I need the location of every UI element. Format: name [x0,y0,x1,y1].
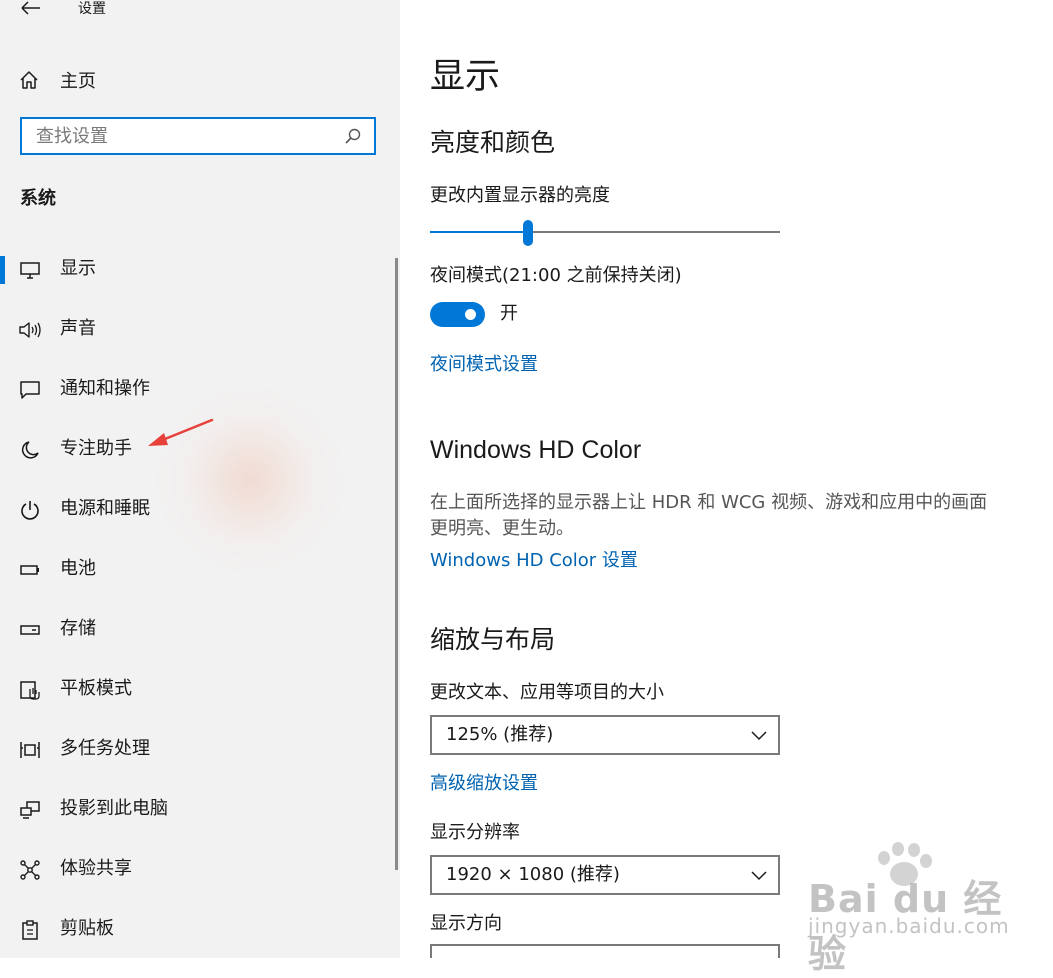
sidebar-item-label: 平板模式 [60,678,132,699]
home-icon [20,71,38,89]
window-title: 设置 [78,1,106,17]
sidebar-item-label: 存储 [60,618,96,639]
battery-icon [18,559,42,581]
sidebar-item-shared-experiences[interactable]: 体验共享 [0,840,392,900]
sidebar-item-label: 电池 [60,558,96,579]
sidebar-item-display[interactable]: 显示 [0,240,392,300]
sidebar-item-label: 声音 [60,318,96,339]
multitasking-icon [18,739,42,761]
search-icon[interactable] [342,125,364,147]
sidebar-nav: 显示 声音 通知和操作 专注助手 电源和睡眠 电池 存储 平板模式 多任务处理 … [0,240,392,958]
moon-icon [18,439,42,461]
hd-color-settings-link[interactable]: Windows HD Color 设置 [430,548,638,574]
sidebar-item-label: 体验共享 [60,858,132,879]
back-arrow-icon [21,1,40,15]
search-input[interactable] [22,119,342,153]
main-content: 显示 亮度和颜色 更改内置显示器的亮度 夜间模式(21:00 之前保持关闭) 开… [430,0,1030,958]
scale-dropdown[interactable]: 125% (推荐) [430,715,780,755]
scale-layout-heading: 缩放与布局 [430,625,556,654]
orientation-dropdown[interactable] [430,944,780,958]
project-icon [18,799,42,821]
storage-icon [18,619,42,641]
sidebar-item-label: 投影到此电脑 [60,798,168,819]
hd-color-heading: Windows HD Color [430,436,642,464]
clipboard-icon [18,919,42,941]
sidebar-item-focus-assist[interactable]: 专注助手 [0,420,392,480]
notification-icon [18,379,42,401]
night-mode-state: 开 [500,303,518,324]
scale-value: 125% (推荐) [446,724,554,745]
sidebar-item-label: 主页 [60,71,96,92]
sidebar-item-label: 多任务处理 [60,738,150,759]
sidebar-item-clipboard[interactable]: 剪贴板 [0,900,392,958]
night-mode-toggle[interactable] [430,302,485,327]
sidebar-item-label: 剪贴板 [60,918,114,939]
orientation-label: 显示方向 [430,913,502,934]
share-icon [18,859,42,881]
toggle-knob [465,309,476,320]
brightness-label: 更改内置显示器的亮度 [430,185,610,206]
sidebar-item-tablet-mode[interactable]: 平板模式 [0,660,392,720]
hd-color-description: 在上面所选择的显示器上让 HDR 和 WCG 视频、游戏和应用中的画面更明亮、更… [430,492,988,539]
sidebar-item-project[interactable]: 投影到此电脑 [0,780,392,840]
sidebar-item-sound[interactable]: 声音 [0,300,392,360]
sidebar-item-label: 专注助手 [60,438,132,459]
sidebar-item-power-sleep[interactable]: 电源和睡眠 [0,480,392,540]
monitor-icon [18,259,42,281]
sidebar-item-label: 电源和睡眠 [60,498,150,519]
sidebar-item-label: 通知和操作 [60,378,150,399]
search-box[interactable] [20,117,376,155]
resolution-dropdown[interactable]: 1920 × 1080 (推荐) [430,855,780,895]
sidebar-scrollbar[interactable] [395,258,398,870]
sidebar-item-storage[interactable]: 存储 [0,600,392,660]
slider-fill [430,231,528,233]
advanced-scaling-link[interactable]: 高级缩放设置 [430,771,538,797]
chevron-down-icon [751,731,767,741]
section-label: 系统 [20,188,56,209]
scale-label: 更改文本、应用等项目的大小 [430,682,664,703]
speaker-icon [18,319,42,341]
slider-thumb[interactable] [523,220,533,246]
sidebar-item-label: 显示 [60,258,96,279]
tablet-mode-icon [18,679,42,701]
brightness-color-heading: 亮度和颜色 [430,128,556,157]
sidebar-item-home[interactable]: 主页 [18,66,96,94]
night-mode-label: 夜间模式(21:00 之前保持关闭) [430,265,682,286]
sidebar-item-battery[interactable]: 电池 [0,540,392,600]
night-mode-settings-link[interactable]: 夜间模式设置 [430,352,538,378]
resolution-label: 显示分辨率 [430,822,520,843]
power-icon [18,499,42,521]
sidebar-item-notifications[interactable]: 通知和操作 [0,360,392,420]
chevron-down-icon [751,871,767,881]
resolution-value: 1920 × 1080 (推荐) [446,864,620,885]
page-title: 显示 [430,57,501,97]
sidebar-item-multitasking[interactable]: 多任务处理 [0,720,392,780]
back-button[interactable] [18,0,44,18]
sidebar: 设置 主页 系统 显示 声音 [0,0,400,958]
brightness-slider[interactable] [430,220,780,248]
